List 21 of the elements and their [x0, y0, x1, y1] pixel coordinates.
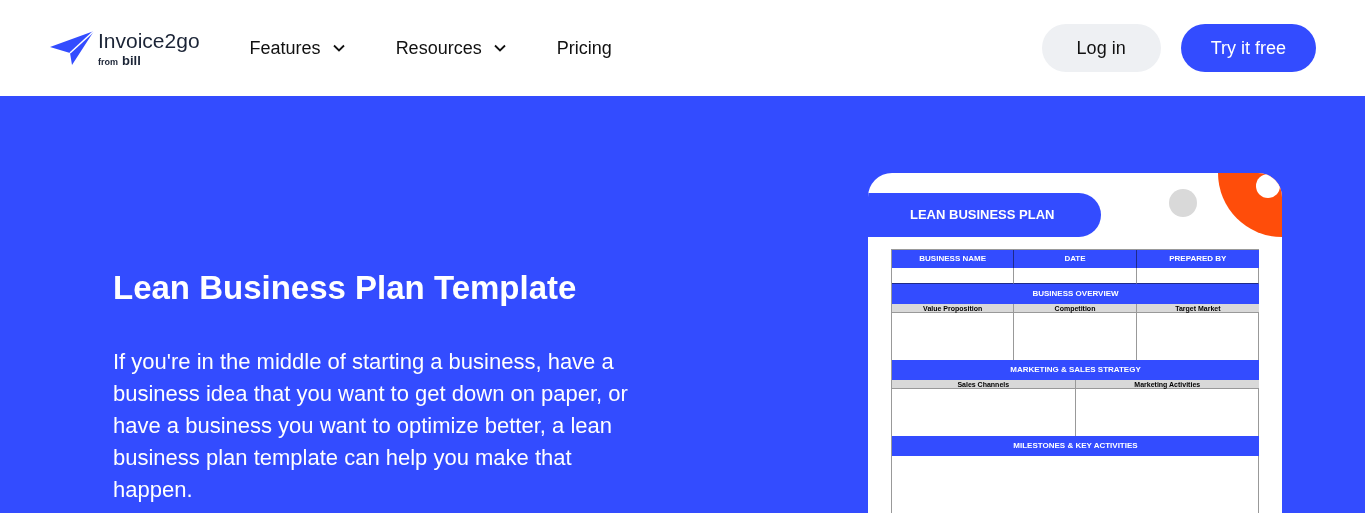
section-header: BUSINESS OVERVIEW [892, 284, 1259, 304]
chevron-down-icon [332, 44, 345, 52]
section-header: MILESTONES & KEY ACTIVITIES [892, 436, 1259, 456]
table-header-cell: DATE [1014, 250, 1137, 268]
nav-link[interactable]: Features [249, 34, 345, 62]
template-title: LEAN BUSINESS PLAN [910, 206, 1055, 225]
nav-link[interactable]: Pricing [556, 34, 612, 62]
table-header-cell: BUSINESS NAME [892, 250, 1015, 268]
login-button[interactable]: Log in [1041, 24, 1161, 72]
logo-wordmark[interactable]: Invoice2go [98, 29, 200, 51]
nav-link[interactable]: Resources [395, 34, 506, 62]
logo-tagline: from [98, 57, 118, 67]
hero-title: Lean Business Plan Template [113, 268, 578, 308]
try-free-button[interactable]: Try it free [1180, 24, 1316, 72]
chevron-down-icon [493, 44, 506, 52]
section-header: MARKETING & SALES STRATEGY [892, 360, 1259, 380]
logo-brand: bill [122, 53, 141, 67]
circle-decoration-icon [1169, 189, 1197, 217]
table-header-cell: PREPARED BY [1136, 250, 1259, 268]
hero-description: If you're in the middle of starting a business, have a business idea that you want to get down on paper, or have a business you want to optimize better, a lean business plan template can help you make that happen. [113, 348, 629, 504]
paper-plane-icon[interactable] [50, 31, 94, 65]
